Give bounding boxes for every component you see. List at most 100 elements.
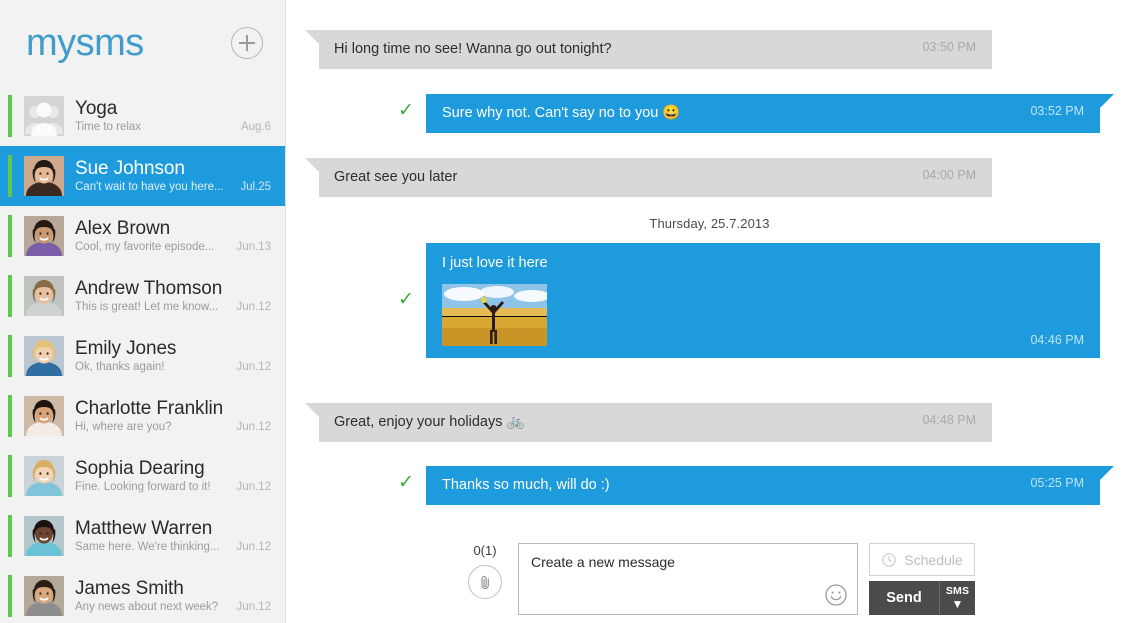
unread-accent-bar xyxy=(8,95,12,137)
avatar xyxy=(24,516,64,556)
conversation-list: Yoga Time to relax Aug.6 Sue Johnson Can't w… xyxy=(0,86,285,623)
attach-file-button[interactable] xyxy=(468,565,502,599)
conversation-meta: Andrew Thomson This is great! Let me know… xyxy=(75,278,285,315)
contact-name: Alex Brown xyxy=(75,217,171,239)
app-logo: mysms xyxy=(26,22,144,64)
emoji-picker-button[interactable] xyxy=(824,583,848,607)
composer-actions: Schedule Send SMS ▼ xyxy=(869,543,975,615)
conversation-date: Jul.25 xyxy=(240,180,271,193)
message-bubble-incoming[interactable]: Great see you later 04:00 PM xyxy=(319,158,992,197)
conversation-meta: Sophia Dearing Fine. Looking forward to i… xyxy=(75,458,285,495)
message-composer: 0(1) Create a new message Schedule Send … xyxy=(286,535,1133,623)
conversation-date: Jun.12 xyxy=(236,540,271,553)
sms-mode-dropdown[interactable]: SMS ▼ xyxy=(940,581,975,615)
schedule-button[interactable]: Schedule xyxy=(869,543,975,576)
mysms-app-window: mysms Yoga Time to relax Aug.6 Sue Johnson C… xyxy=(0,0,1133,623)
contact-avatar-photo xyxy=(24,276,64,316)
message-row: Great see you later 04:00 PM xyxy=(286,158,1133,197)
message-time: 04:48 PM xyxy=(922,413,976,427)
conversation-date: Jun.12 xyxy=(236,360,271,373)
conversation-item-andrew-thomson[interactable]: Andrew Thomson This is great! Let me know… xyxy=(0,266,285,326)
contact-name: Andrew Thomson xyxy=(75,277,223,299)
message-bubble-outgoing[interactable]: Sure why not. Can't say no to you 😀 03:52… xyxy=(426,94,1100,133)
conversation-date: Jun.12 xyxy=(236,420,271,433)
conversation-item-emily-jones[interactable]: Emily Jones Ok, thanks again! Jun.12 xyxy=(0,326,285,386)
contact-avatar-photo xyxy=(24,456,64,496)
character-counter: 0(1) xyxy=(473,543,497,558)
delivered-check-icon: ✓ xyxy=(398,100,414,121)
message-bubble-outgoing[interactable]: Thanks so much, will do :) 05:25 PM xyxy=(426,466,1100,505)
composer-left-column: 0(1) xyxy=(456,543,514,599)
message-preview: This is great! Let me know... xyxy=(75,300,219,313)
message-preview: Fine. Looking forward to it! xyxy=(75,480,211,493)
message-row: Hi long time no see! Wanna go out tonigh… xyxy=(286,30,1133,69)
message-text: Great, enjoy your holidays 🚲 xyxy=(334,414,525,430)
conversation-meta: Alex Brown Cool, my favorite episode... Ju… xyxy=(75,218,285,255)
message-preview: Same here. We're thinking... xyxy=(75,540,220,553)
conversation-meta: Sue Johnson Can't wait to have you here..… xyxy=(75,158,285,195)
conversation-meta: Charlotte Franklin Hi, where are you? Jun.… xyxy=(75,398,285,435)
avatar xyxy=(24,156,64,196)
message-row: ✓ Thanks so much, will do :) 05:25 PM xyxy=(286,466,1133,505)
delivered-check-icon: ✓ xyxy=(398,472,414,493)
contact-avatar-photo xyxy=(24,516,64,556)
group-avatar-icon xyxy=(24,96,64,136)
unread-accent-bar xyxy=(8,155,12,197)
message-input-box[interactable]: Create a new message xyxy=(518,543,858,615)
contact-name: Matthew Warren xyxy=(75,517,213,539)
message-preview: Time to relax xyxy=(75,120,142,133)
bubble-tail-icon xyxy=(1100,94,1114,108)
conversation-item-sue-johnson[interactable]: Sue Johnson Can't wait to have you here..… xyxy=(0,146,285,206)
conversation-item-sophia-dearing[interactable]: Sophia Dearing Fine. Looking forward to i… xyxy=(0,446,285,506)
conversation-meta: Emily Jones Ok, thanks again! Jun.12 xyxy=(75,338,285,375)
chevron-down-icon: ▼ xyxy=(951,596,964,611)
photo-attachment[interactable] xyxy=(442,284,547,346)
sidebar-header: mysms xyxy=(0,0,285,86)
smiley-face-icon xyxy=(825,584,847,606)
delivered-check-icon: ✓ xyxy=(398,289,414,310)
unread-accent-bar xyxy=(8,455,12,497)
contact-avatar-photo xyxy=(24,156,64,196)
message-bubble-incoming[interactable]: Great, enjoy your holidays 🚲 04:48 PM xyxy=(319,403,992,442)
conversation-meta: Yoga Time to relax Aug.6 xyxy=(75,98,285,135)
contact-avatar-photo xyxy=(24,576,64,616)
unread-accent-bar xyxy=(8,515,12,557)
message-time: 04:46 PM xyxy=(1030,333,1084,347)
new-conversation-button[interactable] xyxy=(231,27,263,59)
conversation-date: Jun.12 xyxy=(236,300,271,313)
message-row: ✓ Sure why not. Can't say no to you 😀 03:5… xyxy=(286,94,1133,133)
conversation-item-alex-brown[interactable]: Alex Brown Cool, my favorite episode... Ju… xyxy=(0,206,285,266)
conversation-meta: James Smith Any news about next week? Jun.… xyxy=(75,578,285,615)
contact-avatar-photo xyxy=(24,336,64,376)
message-time: 05:25 PM xyxy=(1030,476,1084,490)
message-bubble-outgoing-photo[interactable]: I just love it here 04:46 PM xyxy=(426,243,1100,358)
conversation-item-charlotte-franklin[interactable]: Charlotte Franklin Hi, where are you? Jun.… xyxy=(0,386,285,446)
message-preview: Hi, where are you? xyxy=(75,420,172,433)
message-text: Sure why not. Can't say no to you 😀 xyxy=(442,105,681,121)
contact-avatar-photo xyxy=(24,216,64,256)
contact-name: James Smith xyxy=(75,577,184,599)
conversation-item-yoga[interactable]: Yoga Time to relax Aug.6 xyxy=(0,86,285,146)
message-text: I just love it here xyxy=(442,255,548,271)
send-button[interactable]: Send xyxy=(869,581,940,615)
conversation-item-james-smith[interactable]: James Smith Any news about next week? Jun.… xyxy=(0,566,285,623)
message-bubble-incoming[interactable]: Hi long time no see! Wanna go out tonigh… xyxy=(319,30,992,69)
unread-accent-bar xyxy=(8,395,12,437)
message-time: 04:00 PM xyxy=(922,168,976,182)
conversation-sidebar: mysms Yoga Time to relax Aug.6 Sue Johnson C… xyxy=(0,0,286,623)
bubble-tail-icon xyxy=(305,158,319,172)
message-text: Hi long time no see! Wanna go out tonigh… xyxy=(334,41,612,57)
conversation-date: Aug.6 xyxy=(240,120,271,133)
unread-accent-bar xyxy=(8,275,12,317)
bubble-tail-icon xyxy=(1067,243,1081,257)
avatar xyxy=(24,96,64,136)
conversation-item-matthew-warren[interactable]: Matthew Warren Same here. We're thinking.… xyxy=(0,506,285,566)
date-separator: Thursday, 25.7.2013 xyxy=(649,216,770,231)
message-input[interactable]: Create a new message xyxy=(531,553,845,571)
avatar xyxy=(24,216,64,256)
contact-name: Sue Johnson xyxy=(75,157,185,179)
attached-photo xyxy=(442,284,547,346)
avatar xyxy=(24,396,64,436)
message-text: Great see you later xyxy=(334,169,458,185)
message-thread-pane: Hi long time no see! Wanna go out tonigh… xyxy=(286,0,1133,623)
